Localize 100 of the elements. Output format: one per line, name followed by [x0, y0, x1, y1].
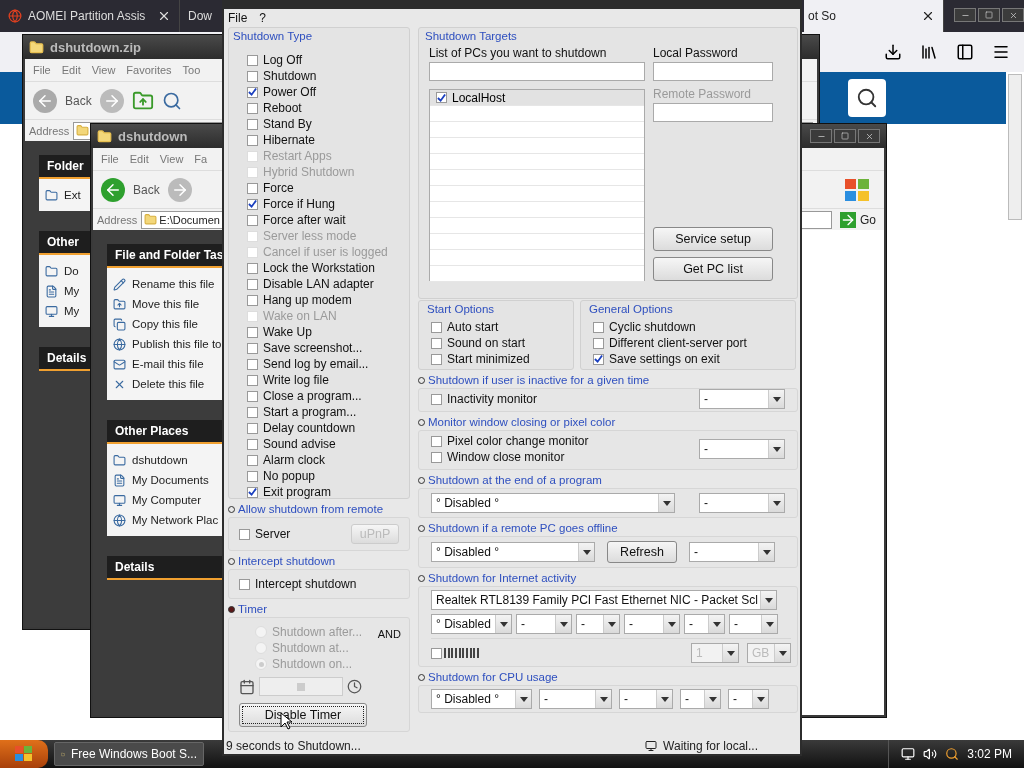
back-button-label[interactable]: Back: [65, 93, 92, 108]
checkbox[interactable]: [247, 102, 258, 114]
task-link[interactable]: Publish this file to: [113, 336, 222, 352]
dropdown[interactable]: ° Disabled °: [431, 493, 675, 513]
task-link[interactable]: Rename this file: [113, 276, 215, 292]
folder-up-icon[interactable]: [131, 89, 154, 112]
menu-item[interactable]: Fa: [194, 153, 208, 165]
checkbox[interactable]: [239, 528, 250, 540]
calendar-icon[interactable]: [239, 678, 255, 695]
menu-item[interactable]: Too: [182, 64, 201, 76]
panel-title[interactable]: Other Places: [107, 420, 225, 444]
checkbox[interactable]: [593, 337, 604, 349]
task-link[interactable]: My Network Plac: [113, 512, 219, 528]
menu-item[interactable]: Favorites: [126, 64, 172, 76]
dropdown[interactable]: -: [539, 689, 612, 709]
dropdown[interactable]: -: [576, 614, 620, 634]
start-button[interactable]: [0, 740, 48, 768]
dropdown[interactable]: -: [699, 389, 785, 409]
network-icon[interactable]: [901, 747, 916, 761]
refresh-button[interactable]: Refresh: [607, 541, 677, 563]
pc-name-field[interactable]: [429, 62, 645, 81]
checkbox[interactable]: [431, 451, 442, 463]
search-button[interactable]: [848, 79, 886, 117]
checkbox[interactable]: [247, 70, 258, 82]
checkbox[interactable]: [436, 92, 447, 103]
download-icon[interactable]: [884, 43, 902, 61]
checkbox[interactable]: [247, 262, 258, 274]
dropdown[interactable]: -: [729, 614, 778, 634]
panel-title[interactable]: File and Folder Tas: [107, 244, 225, 268]
panel-title[interactable]: Details: [107, 556, 225, 580]
task-link[interactable]: dshutdown: [113, 452, 188, 468]
task-link[interactable]: E-mail this file: [113, 356, 204, 372]
task-link[interactable]: My: [45, 303, 80, 319]
menu-item[interactable]: File: [33, 64, 51, 76]
minimize-button[interactable]: [810, 129, 832, 143]
menu-item[interactable]: ?: [259, 11, 267, 25]
list-item[interactable]: LocalHost: [430, 90, 644, 106]
dropdown[interactable]: -: [680, 689, 721, 709]
menu-item[interactable]: File: [101, 153, 119, 165]
checkbox[interactable]: [431, 393, 442, 405]
search-icon[interactable]: [945, 747, 960, 761]
checkbox[interactable]: [247, 86, 258, 98]
clock-icon[interactable]: [347, 679, 362, 694]
checkbox[interactable]: [247, 390, 258, 402]
task-link[interactable]: Ext: [45, 187, 81, 203]
search-icon[interactable]: [161, 90, 182, 111]
checkbox[interactable]: [239, 578, 250, 590]
go-button[interactable]: Go: [836, 211, 880, 228]
dropdown[interactable]: -: [699, 493, 785, 513]
task-link[interactable]: Copy this file: [113, 316, 198, 332]
taskbar-button[interactable]: Free Windows Boot S...: [54, 742, 204, 766]
checkbox[interactable]: [247, 198, 258, 210]
checkbox[interactable]: [247, 54, 258, 66]
checkbox[interactable]: [247, 326, 258, 338]
dropdown[interactable]: -: [624, 614, 680, 634]
dropdown[interactable]: Realtek RTL8139 Family PCI Fast Ethernet NIC - Packet Scl: [431, 590, 777, 610]
menu-icon[interactable]: [992, 43, 1010, 61]
sidebar-icon[interactable]: [956, 43, 974, 61]
local-password-field[interactable]: [653, 62, 773, 81]
checkbox[interactable]: [431, 647, 442, 659]
checkbox[interactable]: [247, 214, 258, 226]
checkbox[interactable]: [247, 182, 258, 194]
checkbox[interactable]: [247, 422, 258, 434]
checkbox[interactable]: [247, 134, 258, 146]
maximize-button[interactable]: [834, 129, 856, 143]
close-icon[interactable]: [921, 9, 935, 23]
menu-item[interactable]: View: [91, 64, 116, 76]
speaker-icon[interactable]: [923, 747, 938, 761]
dropdown[interactable]: -: [728, 689, 769, 709]
task-link[interactable]: Delete this file: [113, 376, 205, 392]
menu-item[interactable]: Edit: [61, 64, 81, 76]
dropdown[interactable]: -: [699, 439, 785, 459]
checkbox[interactable]: [593, 353, 604, 365]
library-icon[interactable]: [920, 43, 938, 61]
back-button-label[interactable]: Back: [133, 182, 160, 197]
checkbox[interactable]: [431, 435, 442, 447]
restore-button[interactable]: [978, 8, 1000, 22]
dropdown[interactable]: -: [619, 689, 673, 709]
menu-item[interactable]: View: [159, 153, 184, 165]
checkbox[interactable]: [247, 358, 258, 370]
checkbox[interactable]: [247, 438, 258, 450]
checkbox[interactable]: [431, 337, 442, 349]
checkbox[interactable]: [247, 342, 258, 354]
dropdown[interactable]: -: [684, 614, 725, 634]
close-button[interactable]: [858, 129, 880, 143]
checkbox[interactable]: [247, 374, 258, 386]
dropdown[interactable]: ° Disabled: [431, 614, 512, 634]
radio-button[interactable]: [255, 658, 267, 670]
menu-item[interactable]: Edit: [129, 153, 149, 165]
action-button[interactable]: Get PC list: [653, 257, 773, 281]
close-icon[interactable]: [157, 9, 171, 23]
action-button[interactable]: Service setup: [653, 227, 773, 251]
checkbox[interactable]: [247, 118, 258, 130]
checkbox[interactable]: [431, 353, 442, 365]
scrollbar[interactable]: [1008, 74, 1022, 220]
task-link[interactable]: My Computer: [113, 492, 202, 508]
dropdown[interactable]: ° Disabled °: [431, 542, 595, 562]
checkbox[interactable]: [247, 278, 258, 290]
task-link[interactable]: My Documents: [113, 472, 209, 488]
checkbox[interactable]: [247, 294, 258, 306]
